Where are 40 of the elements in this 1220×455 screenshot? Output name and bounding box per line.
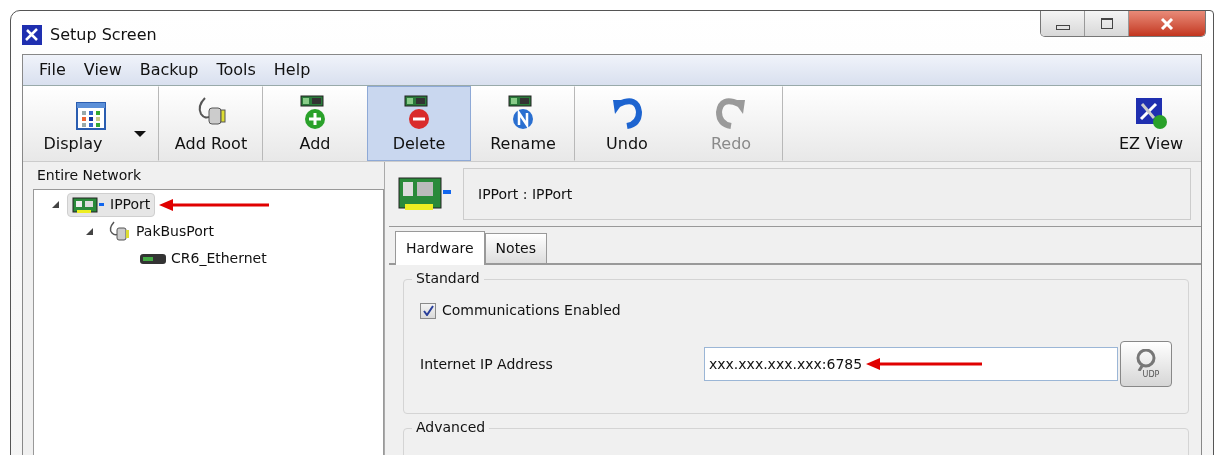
device-header: IPPort : IPPort <box>463 168 1191 220</box>
checkmark-icon <box>422 305 434 316</box>
toolbar-button[interactable]: EZ View <box>1101 86 1201 161</box>
toolbar-button[interactable]: Undo <box>575 86 679 161</box>
tools-ez-icon <box>1134 96 1168 130</box>
toolbar-button[interactable]: Rename <box>471 86 575 161</box>
toolbar-button[interactable]: Delete <box>367 86 471 161</box>
grid-window-icon <box>76 102 106 130</box>
close-icon <box>1160 17 1174 30</box>
tree-heading: Entire Network <box>36 166 143 185</box>
tab[interactable]: Hardware <box>395 231 485 265</box>
close-button[interactable] <box>1129 11 1205 36</box>
maximize-button[interactable] <box>1085 11 1129 36</box>
checkbox[interactable] <box>420 302 436 319</box>
circuit-board-icon <box>397 176 453 212</box>
checkbox-label: Communications Enabled <box>442 301 621 320</box>
window-title: Setup Screen <box>50 23 157 46</box>
tab[interactable]: Notes <box>484 233 548 263</box>
circuit-board-icon <box>72 195 106 214</box>
tree-item[interactable]: IPPort <box>67 192 156 217</box>
expanded-triangle-icon[interactable] <box>52 201 59 208</box>
app-tools-icon <box>22 24 42 45</box>
menu-item[interactable]: View <box>75 58 130 82</box>
search-icon <box>1134 349 1158 371</box>
tree-item[interactable]: PakBusPort <box>101 219 220 244</box>
udp-search-button[interactable]: UDP <box>1120 341 1172 387</box>
menu-item[interactable]: Backup <box>131 58 207 82</box>
toolbar-button[interactable]: Add Root <box>159 86 263 161</box>
dropdown-caret-icon <box>134 131 146 137</box>
display-dropdown-button[interactable]: Display <box>23 86 159 161</box>
toolbar-button[interactable]: Add <box>263 86 367 161</box>
menu-item[interactable]: Tools <box>208 58 264 82</box>
menu-item[interactable]: File <box>31 58 74 82</box>
tree-item[interactable]: CR6_Ethernet <box>134 246 272 271</box>
datalogger-icon <box>139 251 167 266</box>
input-field[interactable]: xxx.xxx.xxx.xxx:6785 <box>704 347 1118 381</box>
menu-item[interactable]: Help <box>265 58 319 82</box>
field-label: Internet IP Address <box>420 354 554 374</box>
minimize-button[interactable] <box>1041 11 1085 36</box>
expanded-triangle-icon[interactable] <box>86 228 93 235</box>
